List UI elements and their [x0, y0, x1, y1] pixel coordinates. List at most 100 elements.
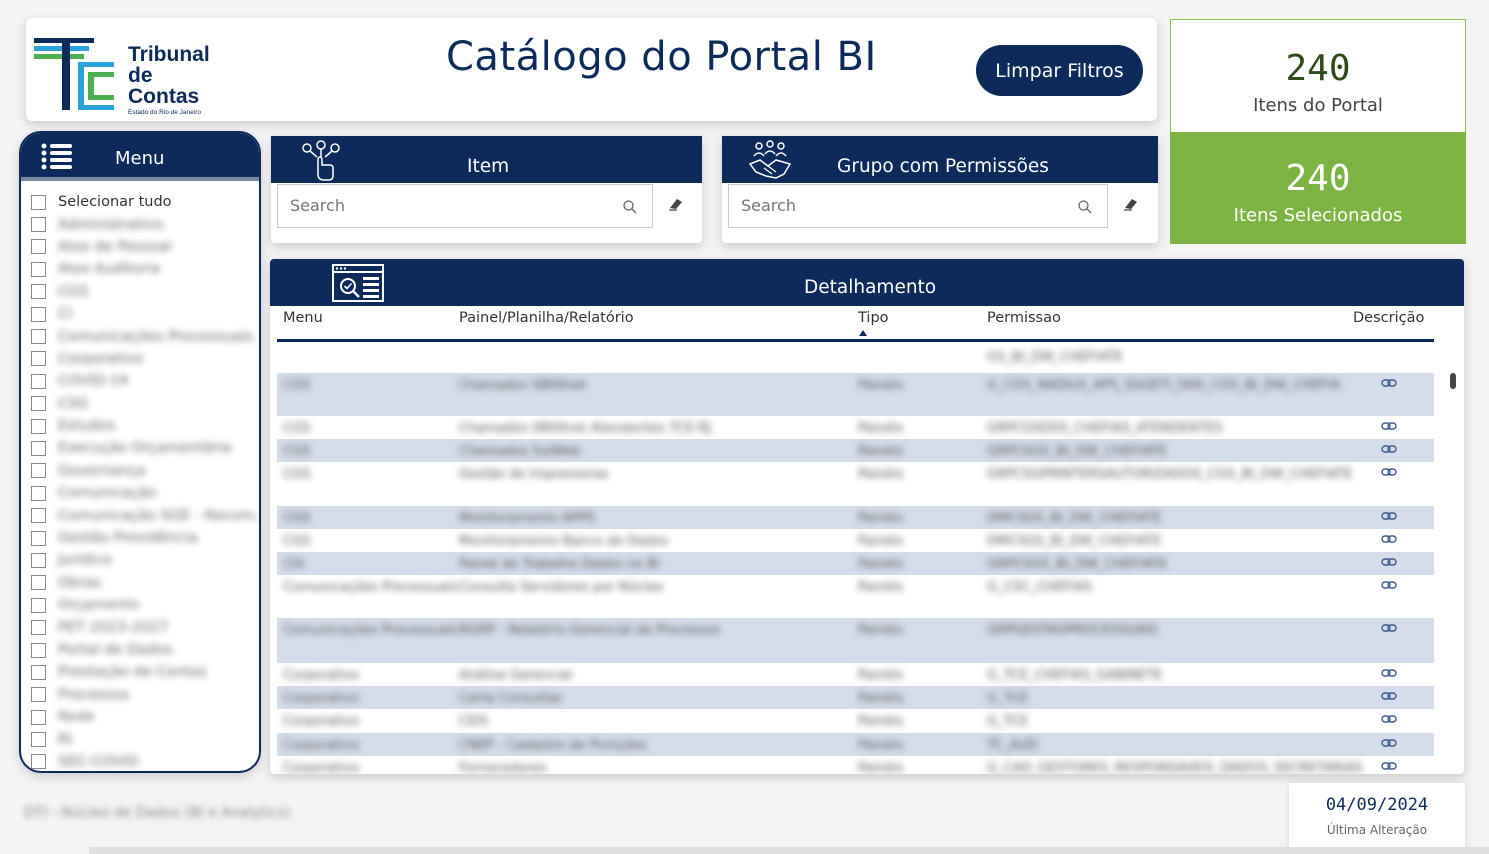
table-row[interactable]: CGS Monitoramento Banco de Dados Painéis DM… — [277, 529, 1434, 552]
link-icon[interactable] — [1381, 691, 1397, 701]
checkbox[interactable] — [31, 508, 46, 524]
checkbox[interactable] — [31, 530, 46, 546]
table-row[interactable]: Corporativo CEIS Painéis G_TCE — [277, 709, 1434, 733]
link-icon[interactable] — [1381, 467, 1397, 477]
menu-item[interactable]: Comunicações Processuais — [31, 325, 259, 347]
checkbox[interactable] — [31, 664, 46, 680]
link-icon[interactable] — [1381, 668, 1397, 678]
cell-perm: G_CGS_RADIUS_APS_SSGETI_DAS_CGS_BI_DW_CH… — [987, 378, 1341, 393]
link-icon[interactable] — [1381, 557, 1397, 567]
menu-item[interactable]: Gestão Previdência — [31, 527, 259, 549]
link-icon[interactable] — [1381, 761, 1397, 771]
table-row[interactable]: CGS Chamados 0800net Painéis G_CGS_RADIUS_A… — [277, 373, 1434, 416]
menu-item[interactable]: CI — [31, 303, 259, 325]
menu-item[interactable]: Corporativo — [31, 348, 259, 370]
checkbox[interactable] — [31, 463, 46, 479]
checkbox[interactable] — [31, 261, 46, 277]
checkbox[interactable] — [31, 239, 46, 255]
table-row[interactable]: CIS Painel de Trabalho Dados no BI Painéis… — [277, 552, 1434, 575]
menu-item[interactable]: CSG — [31, 393, 259, 415]
checkbox[interactable] — [31, 217, 46, 233]
checkbox[interactable] — [31, 418, 46, 434]
checkbox[interactable] — [31, 485, 46, 501]
menu-item[interactable]: Processos — [31, 684, 259, 706]
menu-item[interactable]: Execução Orçamentária — [31, 437, 259, 459]
column-header-item[interactable]: Painel/Planilha/Relatório — [459, 310, 634, 326]
checkbox[interactable] — [31, 306, 46, 322]
link-icon[interactable] — [1381, 623, 1397, 633]
column-header-tipo[interactable]: Tipo — [858, 310, 889, 326]
link-icon[interactable] — [1381, 714, 1397, 724]
table-row[interactable]: CGS Gestão de Impressoras Painéis GRPCSGPRI… — [277, 462, 1434, 506]
eraser-icon[interactable] — [1122, 196, 1140, 212]
menu-item[interactable]: Rede — [31, 706, 259, 728]
menu-item-label: CSG — [58, 395, 89, 412]
table-row[interactable]: CGS Monitoramento APPS Painéis DMCSGS_BI_DW… — [277, 506, 1434, 529]
menu-item[interactable]: Comunicação — [31, 482, 259, 504]
table-row[interactable]: CGS Chamados SulWeb Painéis GRPCSGS_BI_DW_C… — [277, 439, 1434, 462]
menu-item[interactable]: Portal de Dados — [31, 639, 259, 661]
checkbox[interactable] — [31, 709, 46, 725]
checkbox[interactable] — [31, 329, 46, 345]
checkbox[interactable] — [31, 396, 46, 412]
table-row[interactable]: Corporativo Carta Consultas Painéis G_TCE — [277, 686, 1434, 709]
menu-item[interactable]: SEC-COVID — [31, 751, 259, 771]
link-icon[interactable] — [1381, 444, 1397, 454]
eraser-icon[interactable] — [667, 196, 685, 212]
menu-item[interactable]: Administrativo — [31, 213, 259, 235]
table-row[interactable]: Corporativo Fornecedores Painéis G_CAD_GEST… — [277, 756, 1434, 774]
link-icon[interactable] — [1381, 511, 1397, 521]
checkbox[interactable] — [31, 620, 46, 636]
column-header-descricao[interactable]: Descrição — [1353, 310, 1424, 326]
link-icon[interactable] — [1381, 421, 1397, 431]
checkbox[interactable] — [31, 732, 46, 748]
menu-item[interactable]: Atos Auditoria — [31, 258, 259, 280]
column-header-menu[interactable]: Menu — [283, 310, 323, 326]
column-header-permissao[interactable]: Permissao — [987, 310, 1061, 326]
checkbox[interactable] — [31, 597, 46, 613]
checkbox[interactable] — [31, 642, 46, 658]
menu-item[interactable]: Orçamento — [31, 594, 259, 616]
menu-item[interactable]: Jurídico — [31, 549, 259, 571]
menu-item[interactable]: Estudos — [31, 415, 259, 437]
checkbox[interactable] — [31, 754, 46, 770]
menu-item[interactable]: COVID-19 — [31, 370, 259, 392]
link-icon[interactable] — [1381, 378, 1397, 388]
checkbox[interactable] — [31, 373, 46, 389]
menu-item[interactable]: Governança — [31, 460, 259, 482]
checkbox[interactable] — [31, 575, 46, 591]
menu-item-label: Prestação de Contas — [58, 664, 207, 681]
checkbox[interactable] — [31, 351, 46, 367]
checkbox[interactable] — [31, 284, 46, 300]
menu-item[interactable]: PET 2023-2027 — [31, 616, 259, 638]
search-icon[interactable] — [1077, 199, 1093, 215]
checkbox[interactable] — [31, 687, 46, 703]
menu-item[interactable]: Prestação de Contas — [31, 661, 259, 683]
clear-filters-button[interactable]: Limpar Filtros — [976, 45, 1143, 96]
cell-item: Painel de Trabalho Dados no BI — [459, 557, 660, 572]
cell-menu: Corporativo — [283, 738, 360, 753]
menu-item[interactable]: RI — [31, 728, 259, 750]
menu-item[interactable]: Atos de Pessoal — [31, 236, 259, 258]
link-icon[interactable] — [1381, 534, 1397, 544]
table-row[interactable]: Corporativo Análise Gerencial Painéis G_TCE… — [277, 663, 1434, 686]
item-search-input[interactable] — [290, 196, 590, 215]
checkbox[interactable] — [31, 194, 46, 210]
link-icon[interactable] — [1381, 738, 1397, 748]
link-icon[interactable] — [1381, 580, 1397, 590]
menu-item[interactable]: Obras — [31, 572, 259, 594]
vertical-scrollbar[interactable] — [1450, 373, 1456, 389]
menu-item[interactable]: Comunicação SGE - Recom... — [31, 504, 259, 526]
table-row[interactable]: Comunicações Processuais Consulta Servido… — [277, 575, 1434, 618]
menu-item[interactable]: CGS — [31, 281, 259, 303]
table-row[interactable]: Corporativo CNEP - Cadastro de Punições Pa… — [277, 733, 1434, 756]
cell-tipo: Painéis — [858, 444, 904, 459]
checkbox[interactable] — [31, 440, 46, 456]
search-icon[interactable] — [622, 199, 638, 215]
table-row[interactable]: GS_BI_DW_CHEFIATE — [277, 345, 1434, 373]
checkbox[interactable] — [31, 552, 46, 568]
table-row[interactable]: CGS Chamados 0800net Atendentes TCE-RJ Pai… — [277, 416, 1434, 439]
menu-select-all[interactable]: Selecionar tudo — [31, 191, 259, 213]
group-search-input[interactable] — [741, 196, 1041, 215]
table-row[interactable]: Comunicações Processuais RGRP - Relatório… — [277, 618, 1434, 663]
